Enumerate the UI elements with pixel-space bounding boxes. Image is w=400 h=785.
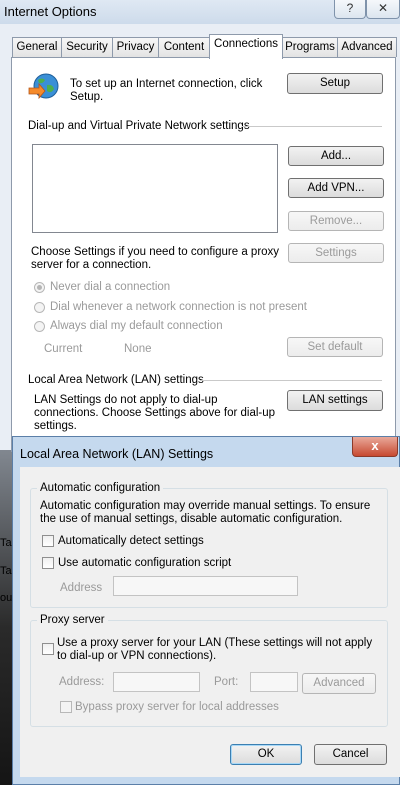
divider bbox=[242, 126, 382, 127]
connections-list[interactable] bbox=[32, 144, 278, 233]
current-label: Current bbox=[44, 343, 83, 355]
lan-description: LAN Settings do not apply to dial-up con… bbox=[34, 394, 276, 432]
script-address-input[interactable] bbox=[113, 576, 298, 596]
use-script-checkbox[interactable] bbox=[42, 557, 54, 569]
proxy-settings-description: Choose Settings if you need to configure… bbox=[31, 246, 280, 271]
bypass-local-checkbox[interactable] bbox=[60, 701, 72, 713]
tab-advanced[interactable]: Advanced bbox=[337, 37, 397, 57]
script-address-label: Address bbox=[60, 582, 103, 594]
advanced-button[interactable]: Advanced bbox=[302, 673, 376, 694]
cancel-button[interactable]: Cancel bbox=[314, 744, 387, 765]
dialup-section-header: Dial-up and Virtual Private Network sett… bbox=[28, 120, 250, 132]
add-button[interactable]: Add... bbox=[288, 146, 384, 166]
use-script-label: Use automatic configuration script bbox=[58, 557, 232, 569]
ok-button[interactable]: OK bbox=[230, 744, 302, 765]
radio-never-dial-label: Never dial a connection bbox=[50, 281, 171, 293]
tab-privacy[interactable]: Privacy bbox=[112, 37, 159, 57]
tab-content[interactable]: Content bbox=[158, 37, 210, 57]
current-value: None bbox=[124, 343, 152, 355]
tab-general[interactable]: General bbox=[12, 37, 62, 57]
window-close-button[interactable]: ✕ bbox=[366, 0, 400, 19]
dialog-close-button[interactable]: x bbox=[352, 437, 398, 457]
use-proxy-label: Use a proxy server for your LAN (These s… bbox=[57, 637, 373, 662]
help-icon: ? bbox=[346, 1, 354, 15]
tab-connections[interactable]: Connections bbox=[209, 34, 283, 59]
close-icon: ✕ bbox=[377, 1, 389, 15]
setup-description: To set up an Internet connection, click … bbox=[70, 78, 263, 103]
radio-always-dial[interactable] bbox=[34, 321, 45, 332]
radio-dial-whenever[interactable] bbox=[34, 302, 45, 313]
background-text-fragment: Ta bbox=[0, 537, 12, 549]
add-vpn-button[interactable]: Add VPN... bbox=[288, 178, 384, 198]
lan-section-header: Local Area Network (LAN) settings bbox=[28, 374, 204, 386]
auto-detect-checkbox[interactable] bbox=[42, 535, 54, 547]
close-icon: x bbox=[371, 438, 379, 453]
help-button[interactable]: ? bbox=[334, 0, 366, 19]
tab-programs[interactable]: Programs bbox=[282, 37, 338, 57]
bypass-local-label: Bypass proxy server for local addresses bbox=[75, 701, 279, 713]
proxy-server-group-label: Proxy server bbox=[37, 614, 108, 626]
radio-always-dial-label: Always dial my default connection bbox=[50, 320, 223, 332]
port-input[interactable] bbox=[250, 672, 298, 692]
tab-security[interactable]: Security bbox=[61, 37, 113, 57]
divider bbox=[200, 380, 382, 381]
globe-network-icon bbox=[28, 73, 59, 100]
use-proxy-checkbox[interactable] bbox=[42, 643, 54, 655]
proxy-address-label: Address: bbox=[59, 676, 105, 688]
remove-button[interactable]: Remove... bbox=[288, 211, 384, 231]
window-title: Internet Options bbox=[4, 4, 97, 19]
proxy-address-input[interactable] bbox=[113, 672, 200, 692]
radio-dial-whenever-label: Dial whenever a network connection is no… bbox=[50, 301, 307, 313]
dialog-title: Local Area Network (LAN) Settings bbox=[20, 447, 214, 461]
auto-detect-label: Automatically detect settings bbox=[58, 535, 204, 547]
set-default-button[interactable]: Set default bbox=[287, 337, 383, 357]
port-label: Port: bbox=[214, 676, 239, 688]
settings-button[interactable]: Settings bbox=[288, 243, 384, 263]
setup-button[interactable]: Setup bbox=[287, 73, 383, 94]
lan-settings-button[interactable]: LAN settings bbox=[287, 390, 383, 411]
automatic-configuration-group-label: Automatic configuration bbox=[37, 482, 164, 494]
radio-never-dial[interactable] bbox=[34, 282, 45, 293]
background-text-fragment: Ta bbox=[0, 565, 12, 577]
automatic-configuration-description: Automatic configuration may override man… bbox=[40, 500, 371, 525]
